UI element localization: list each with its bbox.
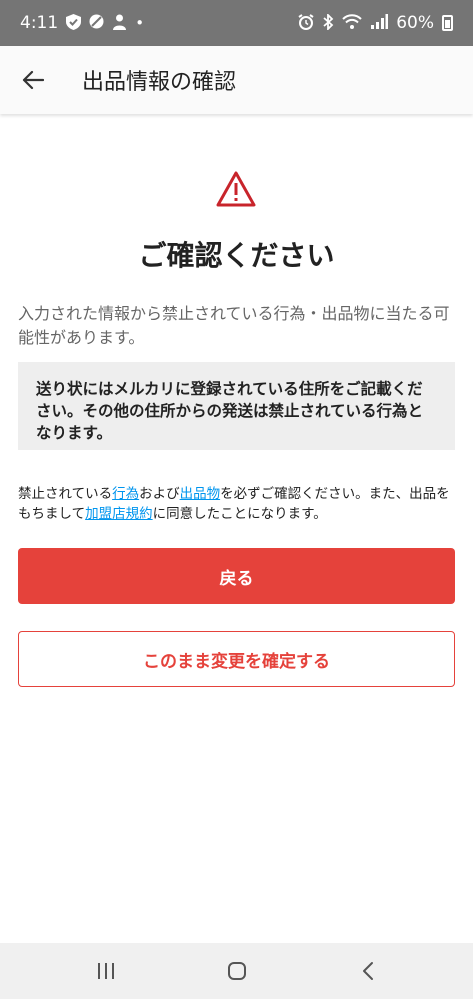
prohibited-acts-link[interactable]: 行為 xyxy=(112,486,139,502)
app-bar: 出品情報の確認 xyxy=(0,46,473,114)
alarm-icon xyxy=(298,13,314,33)
terms-text-part: 禁止されている xyxy=(18,486,113,502)
confirm-heading: ご確認ください xyxy=(138,239,335,272)
recent-apps-icon xyxy=(97,963,114,979)
terms-text-part: および xyxy=(139,486,180,502)
system-back-button[interactable] xyxy=(338,943,398,999)
back-action-label: 戻る xyxy=(219,568,254,589)
confirm-change-label: このまま変更を確定する xyxy=(143,651,330,672)
bluetooth-icon xyxy=(322,12,334,33)
notice-box: 送り状にはメルカリに登録されている住所をご記載ください。その他の住所からの発送は… xyxy=(18,362,455,450)
prohibited-items-link[interactable]: 出品物 xyxy=(180,486,221,502)
do-not-disturb-icon xyxy=(89,14,104,32)
intro-text: 入力された情報から禁止されている行為・出品物に当たる可能性があります。 xyxy=(18,304,450,347)
status-time: 4:11 xyxy=(20,13,59,33)
status-bar: 4:11 • 60% xyxy=(0,0,473,46)
home-icon xyxy=(227,962,246,980)
warning-icon xyxy=(216,171,256,207)
back-action-button[interactable]: 戻る xyxy=(18,548,455,604)
home-button[interactable] xyxy=(207,943,267,999)
signal-icon xyxy=(370,14,389,32)
notice-text: 送り状にはメルカリに登録されている住所をご記載ください。その他の住所からの発送は… xyxy=(36,380,424,442)
terms-text-part: に同意したことになります。 xyxy=(152,506,327,522)
battery-icon xyxy=(442,15,453,31)
back-icon xyxy=(362,962,373,980)
back-button[interactable] xyxy=(0,46,66,114)
wifi-icon xyxy=(342,14,362,32)
person-icon xyxy=(112,14,127,33)
confirm-change-button[interactable]: このまま変更を確定する xyxy=(18,631,455,687)
battery-percent: 60% xyxy=(396,13,434,33)
page-title: 出品情報の確認 xyxy=(82,70,237,95)
shield-check-icon xyxy=(66,13,82,33)
arrow-left-icon xyxy=(22,70,44,90)
system-nav-bar xyxy=(0,943,473,999)
terms-text: 禁止されている行為および出品物を必ずご確認ください。また、出品をもちまして加盟店… xyxy=(18,484,458,524)
dot-icon: • xyxy=(135,13,145,32)
merchant-terms-link[interactable]: 加盟店規約 xyxy=(85,506,153,522)
recent-apps-button[interactable] xyxy=(76,943,136,999)
